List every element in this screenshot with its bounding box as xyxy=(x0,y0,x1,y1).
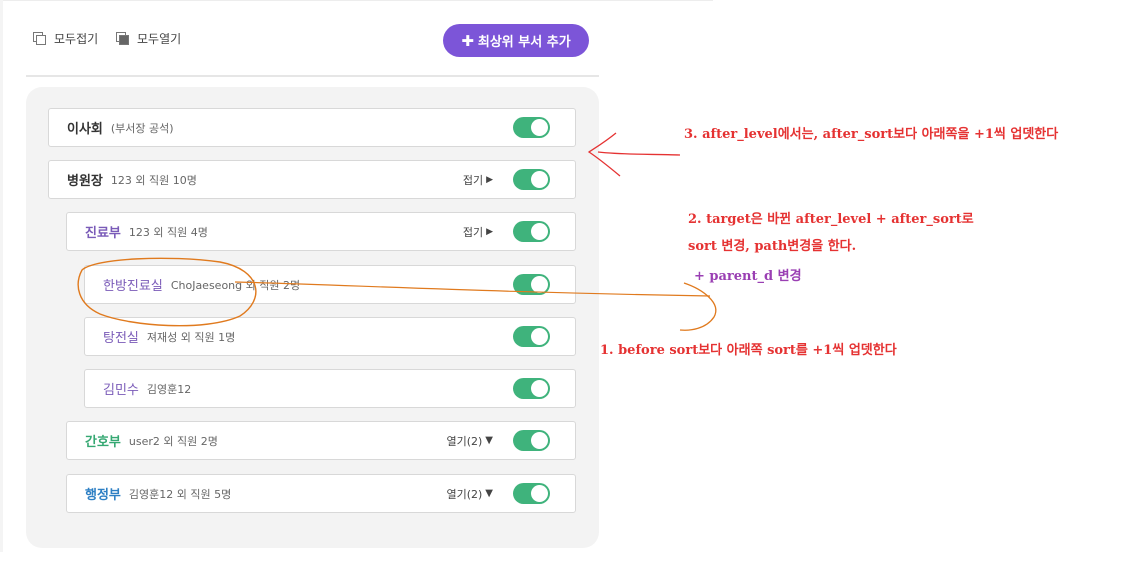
annotation-1: 1. before sort보다 아래쪽 sort를 +1씩 업뎃한다 xyxy=(600,343,897,358)
connector-curve xyxy=(679,282,717,331)
annotation-2-line1: 2. target은 바뀐 after_level + after_sort로 xyxy=(688,212,974,227)
annotation-2-line2: sort 변경, path변경을 한다. xyxy=(688,239,857,254)
arrow-head xyxy=(587,132,621,177)
highlight-circle xyxy=(77,257,257,327)
connector-line xyxy=(234,281,711,297)
sketch-overlay xyxy=(77,132,717,331)
annotation-3: 3. after_level에서는, after_sort보다 아래쪽을 +1씩… xyxy=(684,127,1059,142)
annotation-2-line3: + parent_d 변경 xyxy=(694,269,802,284)
arrow-shaft xyxy=(597,151,681,156)
